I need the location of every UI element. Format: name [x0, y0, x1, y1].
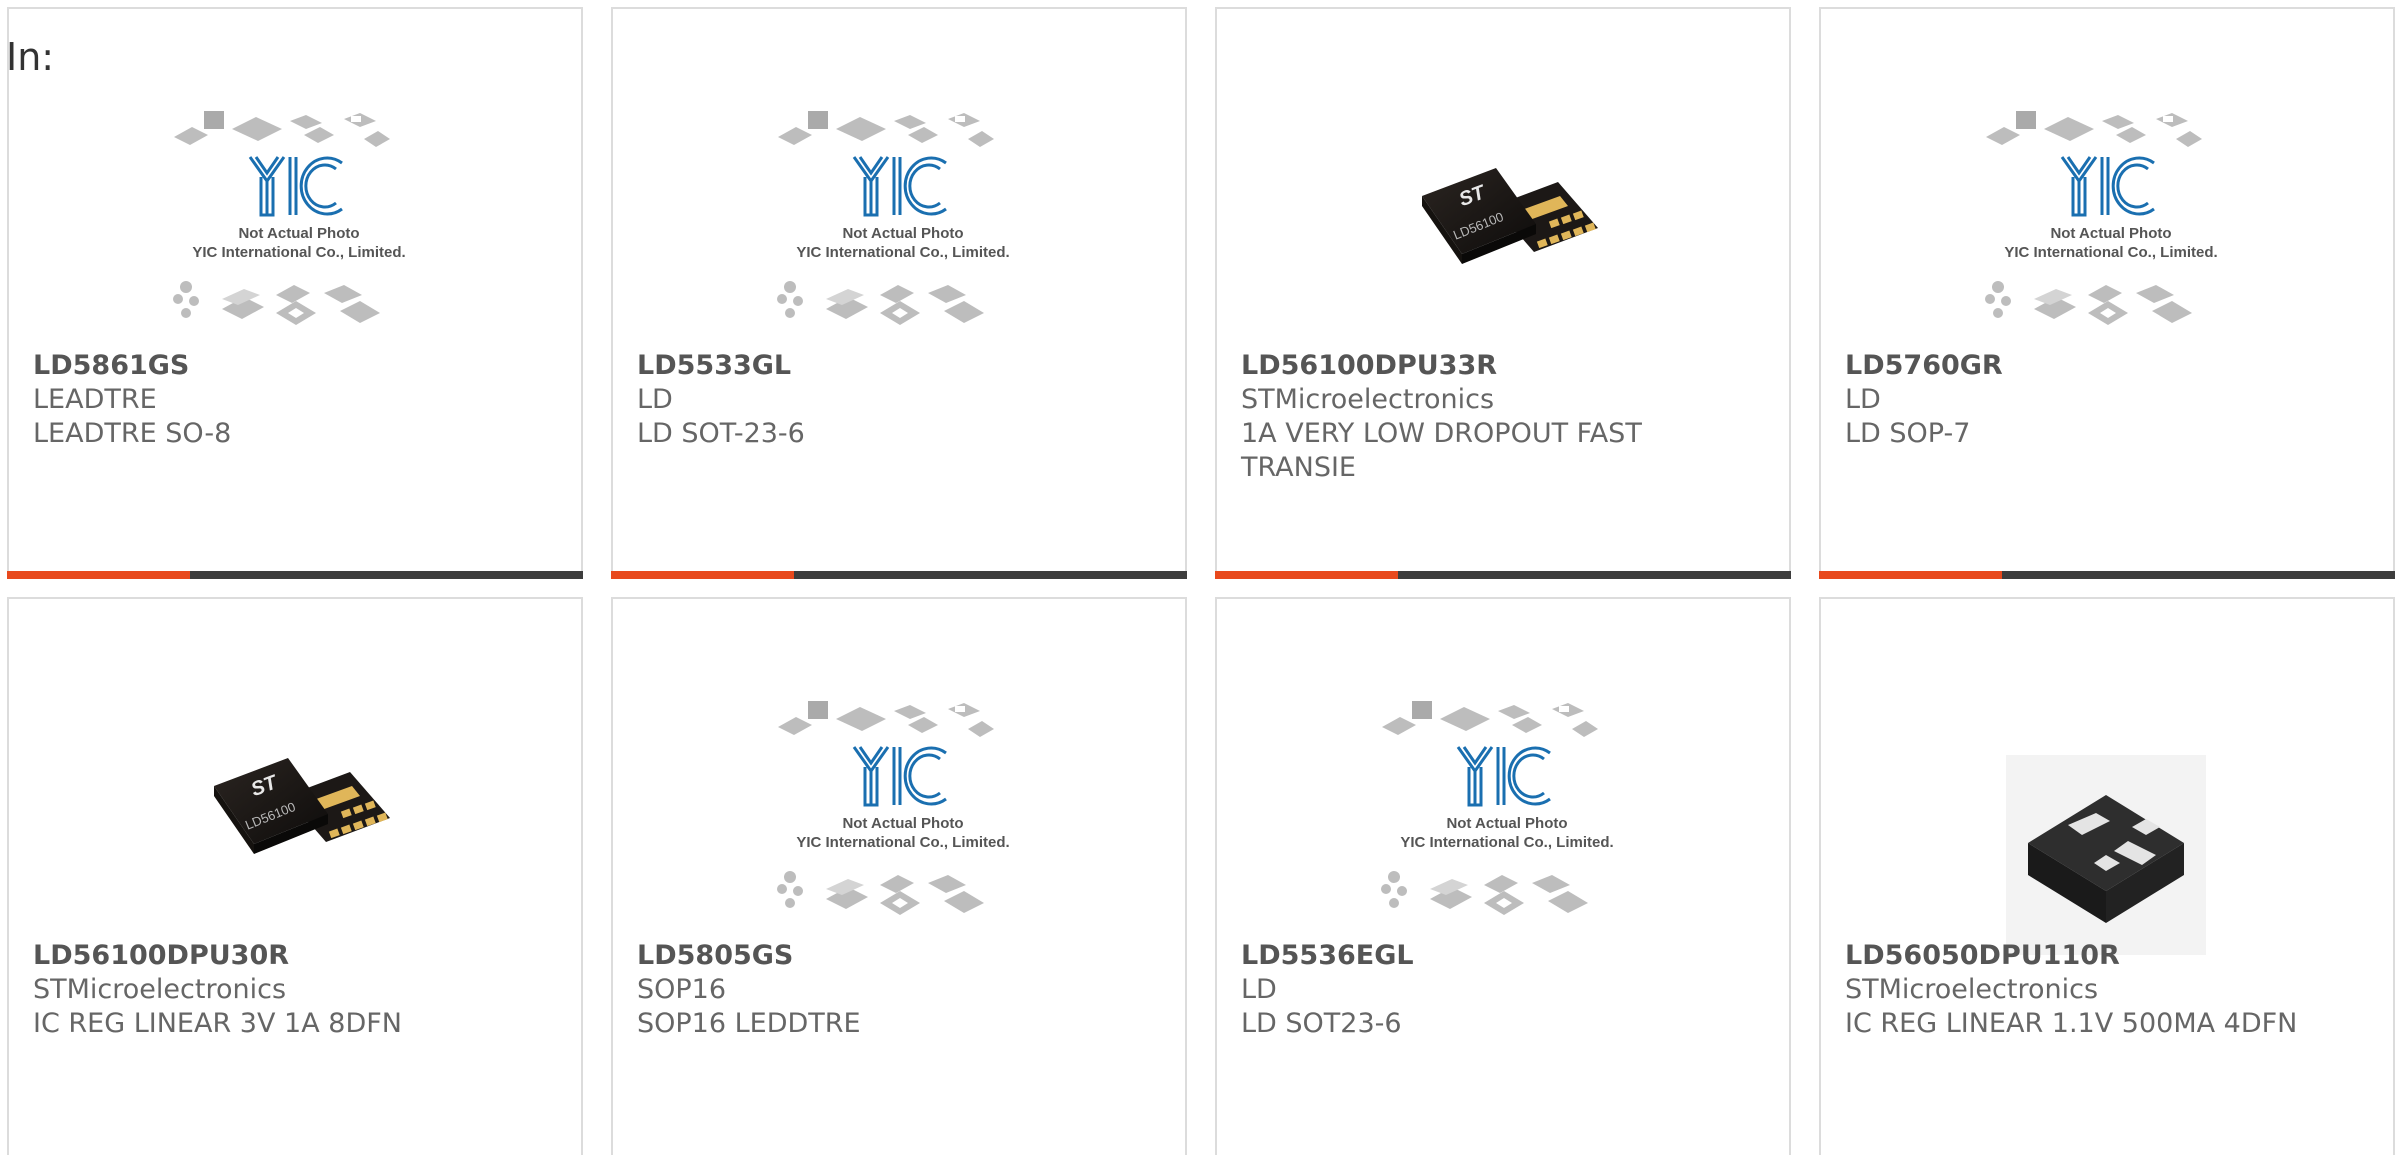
product-info: LD56050DPU110R STMicroelectronics IC REG…	[1845, 939, 2369, 1041]
accent-segment	[7, 571, 190, 579]
product-info: LD5861GS LEADTRE LEADTRE SO-8	[33, 349, 557, 451]
svg-text:Not Actual Photo: Not Actual Photo	[1446, 815, 1567, 832]
filter-label: In:	[6, 35, 55, 79]
product-image[interactable]: Not Actual Photo YIC International Co., …	[9, 89, 581, 359]
product-info: LD56100DPU33R STMicroelectronics 1A VERY…	[1241, 349, 1765, 485]
product-card[interactable]: Not Actual Photo YIC International Co., …	[611, 7, 1187, 579]
svg-text:Not Actual Photo: Not Actual Photo	[842, 225, 963, 242]
product-image[interactable]: Not Actual Photo YIC International Co., …	[1821, 89, 2393, 359]
accent-segment	[611, 571, 794, 579]
description: LD SOT-23-6	[637, 418, 805, 449]
part-number-link[interactable]: LD5760GR	[1845, 349, 2369, 383]
card-accent-bar	[611, 571, 1187, 579]
svg-text:YIC International Co., Limited: YIC International Co., Limited.	[192, 244, 405, 261]
product-card[interactable]: Not Actual Photo YIC International Co., …	[1215, 597, 1791, 1155]
manufacturer: LD	[1241, 974, 1277, 1005]
card-accent-bar	[1819, 571, 2395, 579]
accent-segment	[1215, 571, 1398, 579]
product-card[interactable]: LD56050DPU110R STMicroelectronics IC REG…	[1819, 597, 2395, 1155]
yic-placeholder-image: Not Actual Photo YIC International Co., …	[777, 111, 1010, 325]
part-number-link[interactable]: LD56100DPU30R	[33, 939, 557, 973]
svg-text:Not Actual Photo: Not Actual Photo	[238, 225, 359, 242]
product-card[interactable]: Not Actual Photo YIC International Co., …	[1819, 7, 2395, 579]
accent-segment	[1819, 571, 2002, 579]
manufacturer: LD	[637, 384, 673, 415]
svg-text:Not Actual Photo: Not Actual Photo	[2050, 225, 2171, 242]
svg-text:YIC International Co., Limited: YIC International Co., Limited.	[2004, 244, 2217, 261]
product-image[interactable]: Not Actual Photo YIC International Co., …	[613, 89, 1185, 359]
manufacturer: STMicroelectronics	[1845, 974, 2099, 1005]
product-info: LD5760GR LD LD SOP-7	[1845, 349, 2369, 451]
card-accent-bar	[1215, 571, 1791, 579]
product-card[interactable]: Not Actual Photo YIC International Co., …	[7, 7, 583, 579]
product-info: LD5805GS SOP16 SOP16 LEDDTRE	[637, 939, 1161, 1041]
product-image[interactable]: ST LD56100	[1217, 89, 1789, 359]
description: 1A VERY LOW DROPOUT FAST TRANSIE	[1241, 418, 1642, 483]
product-info: LD5533GL LD LD SOT-23-6	[637, 349, 1161, 451]
product-image[interactable]: Not Actual Photo YIC International Co., …	[613, 679, 1185, 949]
card-accent-bar	[7, 571, 583, 579]
description: LD SOP-7	[1845, 418, 1971, 449]
yic-placeholder-image: Not Actual Photo YIC International Co., …	[1985, 111, 2218, 325]
description: SOP16 LEDDTRE	[637, 1008, 861, 1039]
product-info: LD5536EGL LD LD SOT23-6	[1241, 939, 1765, 1041]
part-number-link[interactable]: LD5861GS	[33, 349, 557, 383]
description: LEADTRE SO-8	[33, 418, 232, 449]
yic-placeholder-image: Not Actual Photo YIC International Co., …	[777, 701, 1010, 915]
description: LD SOT23-6	[1241, 1008, 1402, 1039]
part-number-link[interactable]: LD5533GL	[637, 349, 1161, 383]
part-number-link[interactable]: LD56050DPU110R	[1845, 939, 2369, 973]
product-card[interactable]: Not Actual Photo YIC International Co., …	[611, 597, 1187, 1155]
product-info: LD56100DPU30R STMicroelectronics IC REG …	[33, 939, 557, 1041]
st-chip-image: ST LD56100	[1422, 168, 1598, 264]
manufacturer: STMicroelectronics	[1241, 384, 1495, 415]
dfn-package-image	[2006, 755, 2206, 955]
yic-placeholder-image: Not Actual Photo YIC International Co., …	[1381, 701, 1614, 915]
description: IC REG LINEAR 1.1V 500MA 4DFN	[1845, 1008, 2298, 1039]
manufacturer: STMicroelectronics	[33, 974, 287, 1005]
product-card[interactable]: ST LD56100 LD56100DPU33R STMicroelectron…	[1215, 7, 1791, 579]
manufacturer: LD	[1845, 384, 1881, 415]
svg-text:Not Actual Photo: Not Actual Photo	[842, 815, 963, 832]
part-number-link[interactable]: LD56100DPU33R	[1241, 349, 1765, 383]
svg-text:YIC International Co., Limited: YIC International Co., Limited.	[1400, 834, 1613, 851]
yic-placeholder-image: Not Actual Photo YIC International Co., …	[173, 111, 406, 325]
product-image[interactable]: ST LD56100	[9, 679, 581, 949]
svg-text:YIC International Co., Limited: YIC International Co., Limited.	[796, 834, 1009, 851]
product-image[interactable]	[1821, 679, 2393, 955]
svg-text:YIC International Co., Limited: YIC International Co., Limited.	[796, 244, 1009, 261]
st-chip-image: ST LD56100	[214, 758, 390, 854]
part-number-link[interactable]: LD5805GS	[637, 939, 1161, 973]
manufacturer: LEADTRE	[33, 384, 157, 415]
product-image[interactable]: Not Actual Photo YIC International Co., …	[1217, 679, 1789, 949]
product-card[interactable]: ST LD56100 LD56100DPU30R STMicroelectron…	[7, 597, 583, 1155]
description: IC REG LINEAR 3V 1A 8DFN	[33, 1008, 402, 1039]
part-number-link[interactable]: LD5536EGL	[1241, 939, 1765, 973]
manufacturer: SOP16	[637, 974, 727, 1005]
